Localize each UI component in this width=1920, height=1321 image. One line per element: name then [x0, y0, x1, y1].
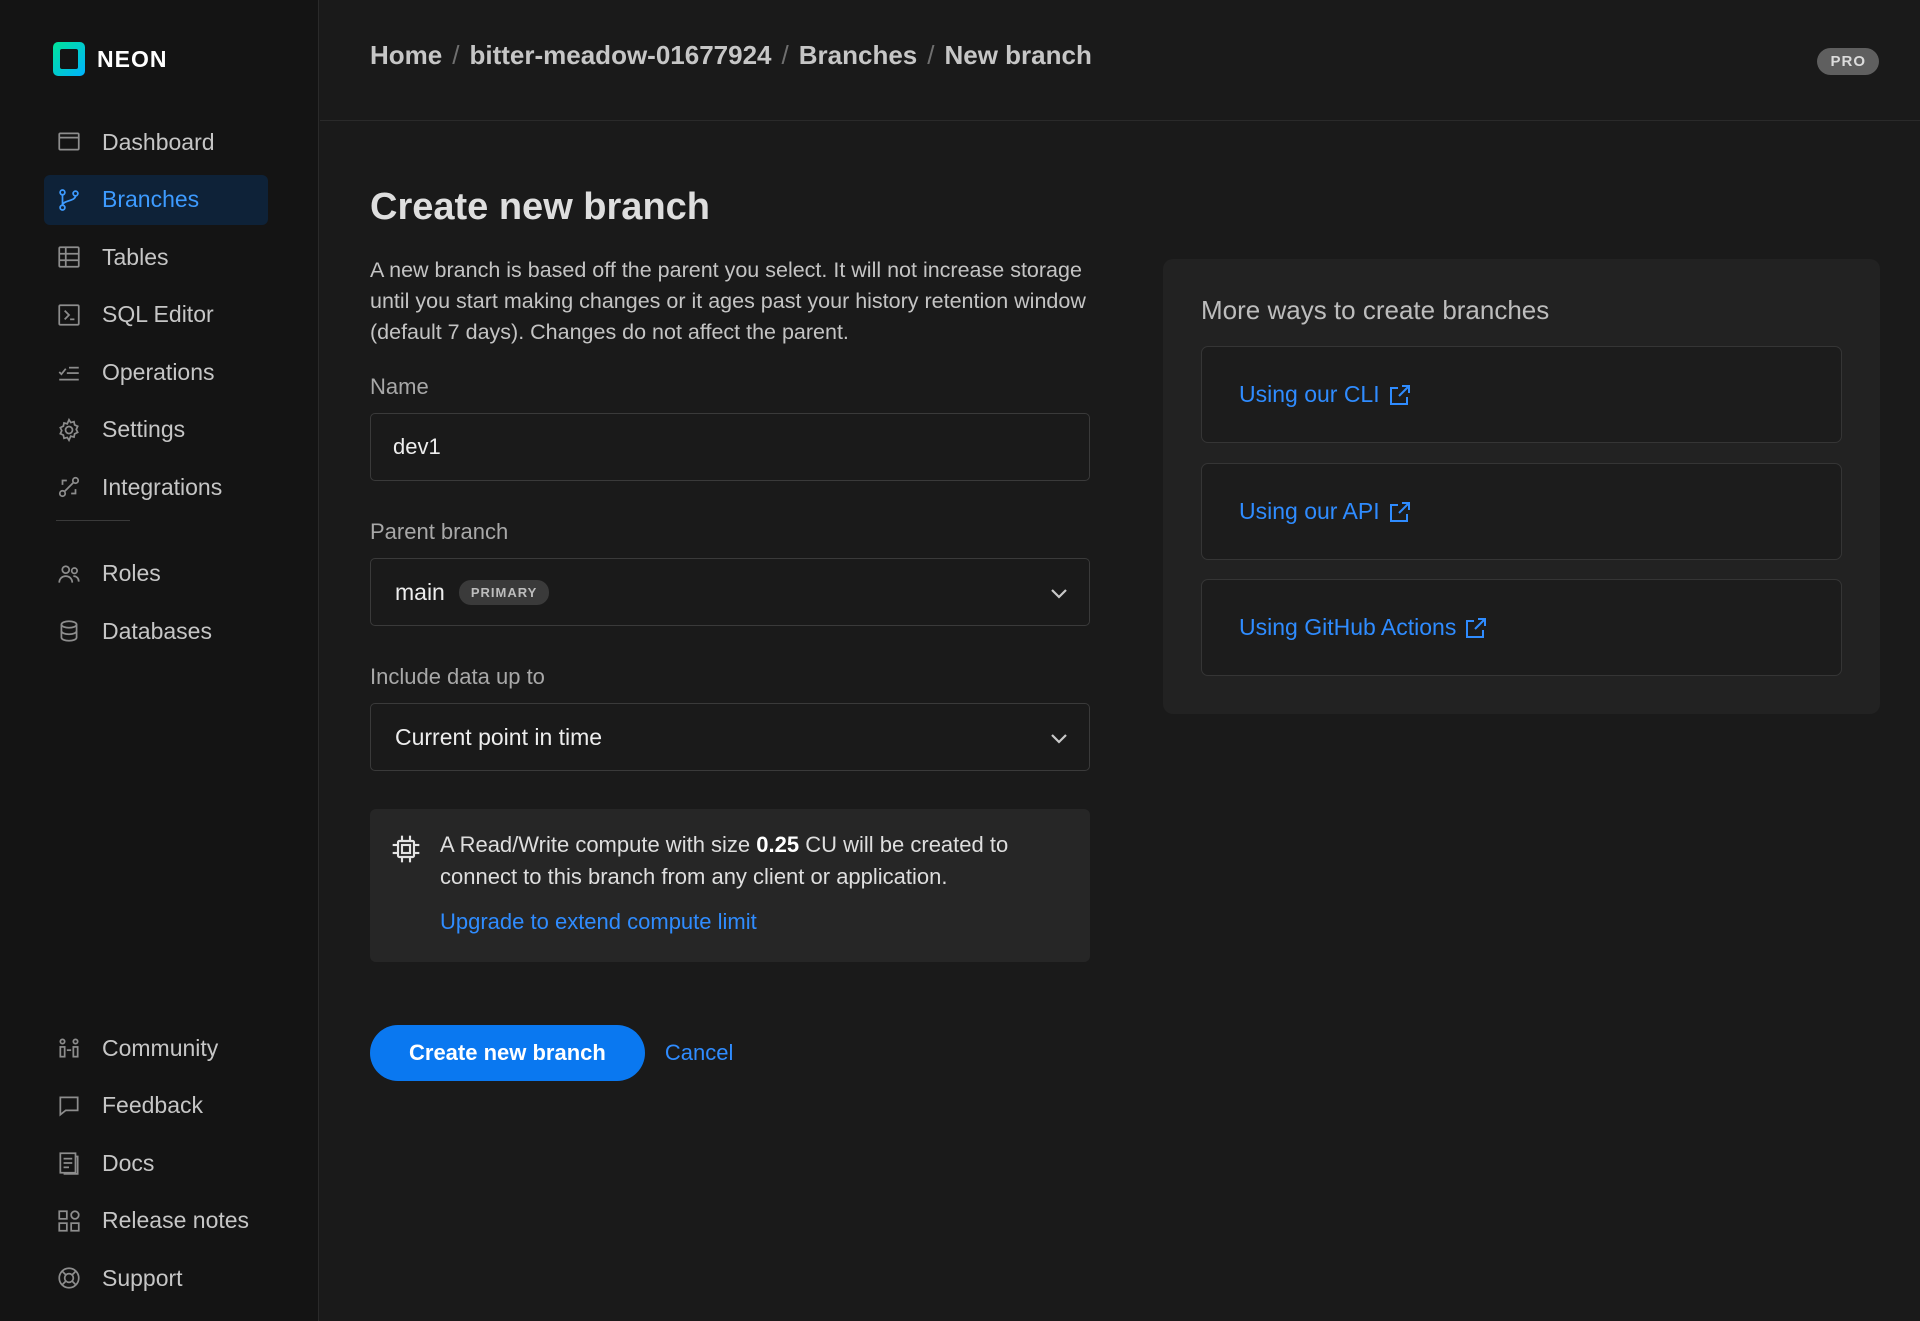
- sidebar-item-label: Roles: [102, 560, 161, 586]
- form-description: A new branch is based off the parent you…: [370, 258, 1086, 344]
- cancel-button[interactable]: Cancel: [665, 1040, 733, 1066]
- parent-branch-value: main: [395, 578, 445, 605]
- community-icon: [56, 1035, 82, 1061]
- sidebar-item-integrations[interactable]: Integrations: [44, 462, 268, 512]
- more-ways-panel: More ways to create branches Using our C…: [1163, 259, 1880, 714]
- support-icon: [56, 1265, 82, 1291]
- include-data-value: Current point in time: [395, 723, 603, 750]
- cpu-chip-icon: [390, 833, 422, 865]
- sql-editor-icon: [56, 302, 82, 328]
- sidebar-item-label: Community: [102, 1034, 219, 1061]
- api-link-card[interactable]: Using our API: [1201, 463, 1842, 560]
- branch-name-input[interactable]: [370, 413, 1090, 481]
- docs-icon: [56, 1150, 82, 1176]
- sidebar-item-label: Dashboard: [102, 128, 215, 155]
- cli-link-card[interactable]: Using our CLI: [1201, 346, 1842, 443]
- page-title: Create new branch: [370, 186, 710, 228]
- sidebar-item-sql-editor[interactable]: SQL Editor: [44, 290, 268, 340]
- breadcrumb-project[interactable]: bitter-meadow-01677924: [469, 40, 771, 71]
- breadcrumb-separator: /: [927, 40, 935, 70]
- include-data-select[interactable]: Current point in time: [370, 703, 1090, 771]
- branches-icon: [56, 187, 82, 213]
- gear-icon: [56, 417, 82, 443]
- release-notes-icon: [56, 1208, 82, 1234]
- neon-logo[interactable]: NEON: [53, 42, 167, 76]
- feedback-icon: [56, 1093, 82, 1119]
- sidebar: NEON Dashboard Branches Tables SQL Edito…: [0, 0, 319, 1321]
- compute-info-prefix: A Read/Write compute with size: [440, 832, 757, 857]
- create-branch-form: Create new branch A new branch is based …: [370, 186, 1090, 962]
- compute-info-box: A Read/Write compute with size 0.25 CU w…: [370, 809, 1090, 962]
- breadcrumb: Home / bitter-meadow-01677924 / Branches…: [370, 40, 1092, 71]
- sidebar-item-operations[interactable]: Operations: [44, 347, 268, 397]
- top-header: Home / bitter-meadow-01677924 / Branches…: [320, 0, 1920, 121]
- name-label: Name: [370, 374, 429, 399]
- neon-logo-mark-icon: [53, 42, 85, 76]
- logo-text: NEON: [97, 45, 168, 72]
- sidebar-nav-top: Dashboard Branches Tables SQL Editor Ope…: [44, 117, 268, 664]
- sidebar-item-dashboard[interactable]: Dashboard: [44, 117, 268, 167]
- external-link-icon: [1388, 383, 1412, 407]
- sidebar-item-label: SQL Editor: [102, 301, 214, 327]
- sidebar-item-label: Operations: [102, 358, 215, 385]
- sidebar-item-support[interactable]: Support: [44, 1253, 268, 1303]
- sidebar-item-label: Settings: [102, 416, 186, 442]
- sidebar-nav-bottom: Community Feedback Docs Release notes Su…: [44, 1023, 268, 1311]
- include-data-label: Include data up to: [370, 664, 545, 689]
- upgrade-compute-link[interactable]: Upgrade to extend compute limit: [440, 909, 757, 935]
- external-link-icon: [1464, 616, 1488, 640]
- integrations-icon: [56, 474, 82, 500]
- sidebar-item-label: Branches: [102, 186, 200, 212]
- external-link-icon: [1388, 500, 1412, 524]
- github-actions-link-label: Using GitHub Actions: [1239, 614, 1457, 640]
- cli-link-label: Using our CLI: [1239, 381, 1380, 407]
- sidebar-item-feedback[interactable]: Feedback: [44, 1081, 268, 1131]
- sidebar-item-tables[interactable]: Tables: [44, 232, 268, 282]
- primary-badge: PRIMARY: [458, 579, 550, 605]
- sidebar-item-community[interactable]: Community: [44, 1023, 268, 1073]
- roles-icon: [56, 561, 82, 587]
- breadcrumb-current: New branch: [944, 40, 1092, 70]
- more-ways-title: More ways to create branches: [1201, 295, 1550, 325]
- sidebar-item-docs[interactable]: Docs: [44, 1138, 268, 1188]
- form-actions: Create new branch Cancel: [370, 1025, 733, 1081]
- sidebar-item-label: Release notes: [102, 1207, 250, 1233]
- sidebar-item-databases[interactable]: Databases: [44, 606, 268, 656]
- database-icon: [56, 618, 82, 644]
- sidebar-item-label: Databases: [102, 617, 212, 644]
- sidebar-item-label: Integrations: [102, 473, 223, 500]
- operations-icon: [56, 359, 82, 385]
- chevron-down-icon: [1047, 726, 1071, 750]
- github-actions-link-card[interactable]: Using GitHub Actions: [1201, 579, 1842, 676]
- breadcrumb-separator: /: [781, 40, 789, 70]
- compute-size: 0.25: [756, 832, 800, 857]
- breadcrumb-branches[interactable]: Branches: [799, 40, 918, 71]
- breadcrumb-separator: /: [452, 40, 460, 70]
- breadcrumb-home[interactable]: Home: [370, 40, 442, 71]
- tables-icon: [56, 244, 82, 270]
- compute-info-text: A Read/Write compute with size 0.25 CU w…: [440, 829, 1060, 893]
- api-link-label: Using our API: [1239, 498, 1380, 524]
- sidebar-item-release-notes[interactable]: Release notes: [44, 1196, 268, 1246]
- plan-badge: PRO: [1817, 48, 1879, 75]
- sidebar-item-settings[interactable]: Settings: [44, 405, 268, 455]
- sidebar-item-branches[interactable]: Branches: [44, 174, 268, 225]
- sidebar-item-roles[interactable]: Roles: [44, 549, 268, 599]
- create-branch-button[interactable]: Create new branch: [370, 1025, 645, 1081]
- sidebar-item-label: Docs: [102, 1149, 155, 1176]
- sidebar-item-label: Tables: [102, 243, 169, 270]
- sidebar-divider: [56, 519, 130, 521]
- dashboard-icon: [56, 129, 82, 155]
- parent-branch-select[interactable]: main PRIMARY: [370, 558, 1090, 626]
- chevron-down-icon: [1047, 581, 1071, 605]
- sidebar-item-label: Support: [102, 1264, 183, 1291]
- parent-branch-label: Parent branch: [370, 519, 509, 544]
- sidebar-item-label: Feedback: [102, 1092, 204, 1118]
